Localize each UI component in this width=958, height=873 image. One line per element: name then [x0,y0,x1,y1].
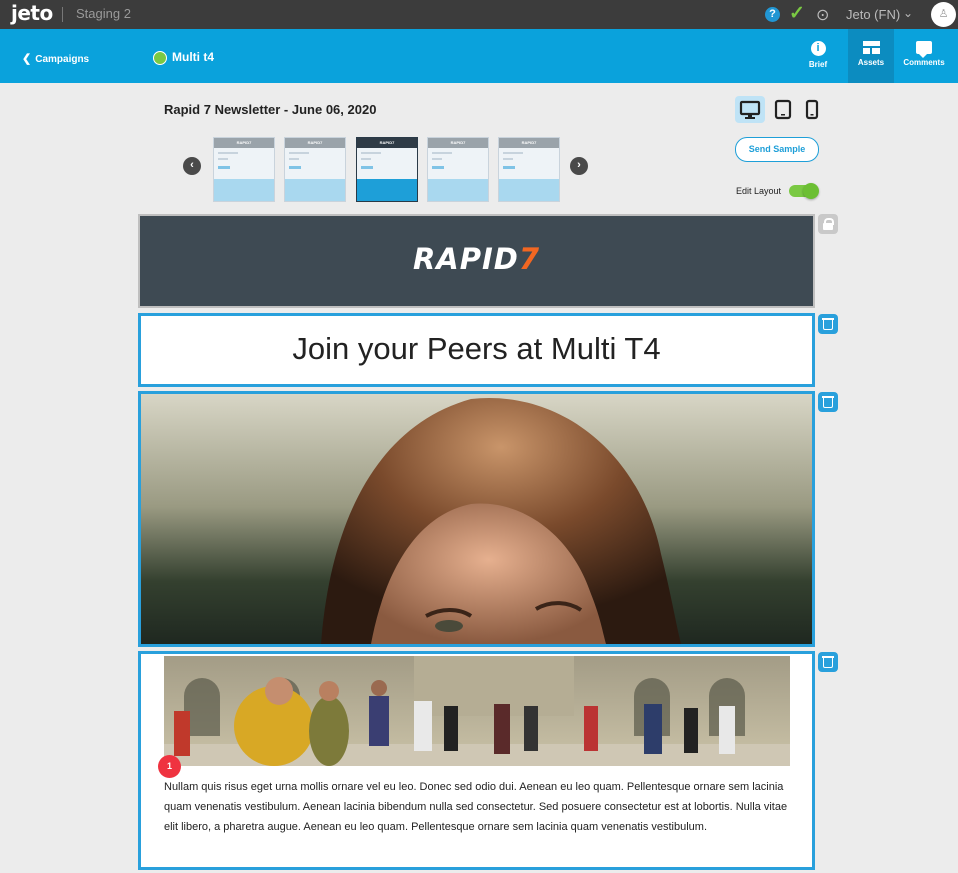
tablet-view-button[interactable] [768,96,798,123]
email-headline[interactable]: Join your Peers at Multi T4 [141,331,812,367]
layout-thumbnail[interactable]: RAPID7 [284,137,346,202]
layout-thumbnail-selected[interactable]: RAPID7 [356,137,418,202]
email-text-block[interactable]: Nullam quis risus eget urna mollis ornar… [138,651,815,870]
newsletter-title: Rapid 7 Newsletter - June 06, 2020 [164,102,377,117]
trash-icon[interactable] [818,314,838,334]
divider [62,7,63,22]
trash-icon[interactable] [818,652,838,672]
nav-assets-button[interactable]: Assets [848,29,894,83]
layout-thumbnail[interactable]: RAPID7 [427,137,489,202]
layout-thumbnail[interactable]: RAPID7 [498,137,560,202]
trash-icon[interactable] [818,392,838,412]
avatar[interactable]: ♙ [931,2,956,27]
check-icon[interactable]: ✓ [789,2,805,25]
campaign-name: Multi t4 [172,50,214,64]
target-icon[interactable]: ⊙ [816,5,829,25]
campaign-status-dot [153,51,167,65]
thumbnails-prev-button[interactable]: ‹ [183,157,201,175]
rapid7-logo: RAPID7 [412,242,541,276]
top-bar: jeto Staging 2 ? ✓ ⊙ Jeto (FN) ⌄ ♙ [0,0,958,29]
mobile-view-button[interactable] [797,96,827,123]
back-to-campaigns-link[interactable]: ❮ Campaigns [22,52,89,65]
layout-thumbnail[interactable]: RAPID7 [213,137,275,202]
desktop-icon [739,100,761,119]
thumbnails-next-button[interactable]: › [570,157,588,175]
info-icon: i [810,41,826,56]
comment-icon [916,41,932,58]
lock-icon[interactable] [818,214,838,234]
environment-label[interactable]: Staging 2 [76,6,131,21]
toggle-knob [803,183,819,199]
email-image-block[interactable] [138,391,815,647]
crowd-photo [164,656,790,766]
nav-comments-label: Comments [903,58,945,67]
question-icon[interactable]: ? [765,7,780,22]
account-name[interactable]: Jeto (FN) [846,7,900,22]
nav-brief-button[interactable]: i Brief [795,29,841,83]
send-sample-button[interactable]: Send Sample [735,137,819,162]
edit-layout-toggle[interactable] [789,183,819,199]
nav-comments-button[interactable]: Comments [901,29,947,83]
email-header-block[interactable]: RAPID7 [138,214,815,308]
portrait-image [141,394,812,644]
layout-icon [862,41,880,54]
jeto-logo[interactable]: jeto [11,1,53,25]
mobile-icon [805,99,819,120]
nav-assets-label: Assets [857,58,885,67]
comment-count-badge[interactable]: 1 [158,755,181,778]
email-headline-block[interactable]: Join your Peers at Multi T4 [138,313,815,387]
nav-brief-label: Brief [808,60,828,69]
chevron-down-icon[interactable]: ⌄ [903,6,913,20]
back-label: Campaigns [35,54,90,65]
chevron-left-icon: ❮ [22,53,32,65]
tablet-icon [774,99,792,120]
desktop-view-button[interactable] [735,96,765,123]
edit-layout-label: Edit Layout [736,186,782,196]
campaign-header: ❮ Campaigns Multi t4 i Brief Assets Comme… [0,29,958,83]
email-body-text[interactable]: Nullam quis risus eget urna mollis ornar… [164,777,794,837]
